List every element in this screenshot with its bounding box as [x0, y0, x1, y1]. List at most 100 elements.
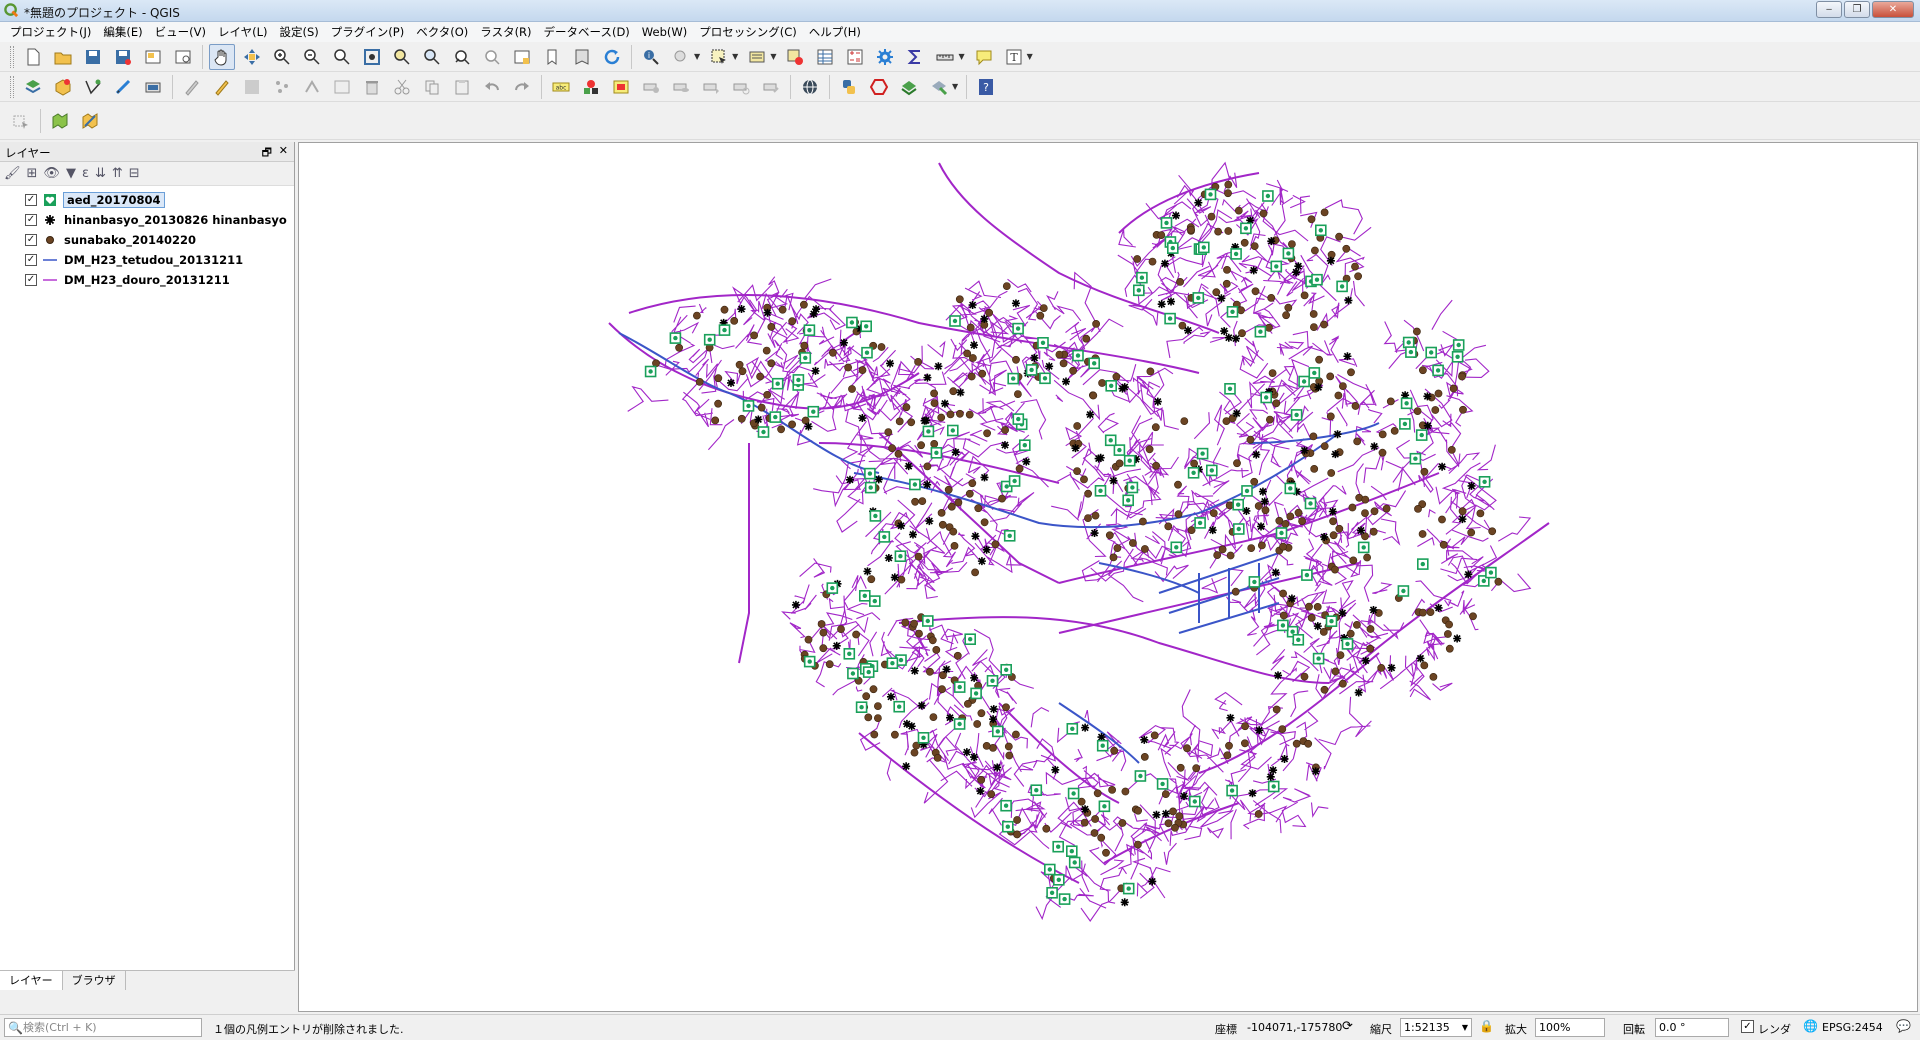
messages-icon[interactable]: 💬 — [1896, 1019, 1911, 1033]
layer-labeling-icon[interactable]: abc — [548, 74, 574, 100]
new-geopackage-icon[interactable] — [50, 74, 76, 100]
highlight-label-icon[interactable] — [608, 74, 634, 100]
menu-plugins[interactable]: プラグイン(P) — [325, 22, 410, 42]
map-tips-icon[interactable] — [971, 44, 997, 70]
select-by-value-icon[interactable] — [744, 44, 770, 70]
toolbar-grip[interactable] — [10, 45, 14, 68]
text-annotation-icon[interactable]: T — [1001, 44, 1027, 70]
layer-item-tetudou[interactable]: ✓ DM_H23_tetudou_20131211 — [0, 250, 294, 270]
crs-globe-icon[interactable]: 🌐 — [1803, 1019, 1818, 1033]
layer-visibility-checkbox[interactable]: ✓ — [25, 234, 37, 246]
field-calculator-icon[interactable] — [842, 44, 868, 70]
add-group-icon[interactable]: ⊞ — [27, 166, 38, 181]
collapse-all-icon[interactable]: ⇈ — [112, 166, 123, 181]
close-panel-icon[interactable]: ✕ — [279, 144, 288, 157]
rotation-spinbox[interactable]: 0.0 ° — [1655, 1018, 1729, 1037]
menu-edit[interactable]: 編集(E) — [97, 22, 148, 42]
lock-icon[interactable]: 🔒 — [1479, 1019, 1494, 1033]
magnifier-spinbox[interactable]: 100% — [1535, 1018, 1605, 1037]
plugin-globe-icon[interactable] — [797, 74, 823, 100]
save-as-icon[interactable] — [110, 44, 136, 70]
zoom-full-icon[interactable] — [359, 44, 385, 70]
maximize-button[interactable]: ❐ — [1844, 1, 1870, 18]
new-print-layout-icon[interactable] — [140, 44, 166, 70]
tab-layers[interactable]: レイヤー — [0, 971, 63, 990]
new-shapefile-icon[interactable] — [110, 74, 136, 100]
identify-icon[interactable]: i — [638, 44, 664, 70]
new-map-view-icon[interactable] — [509, 44, 535, 70]
show-hide-labels-icon[interactable] — [668, 74, 694, 100]
modify-attributes-icon[interactable] — [329, 74, 355, 100]
add-virtual-layer-icon[interactable] — [140, 74, 166, 100]
current-edits-icon[interactable] — [179, 74, 205, 100]
layer-visibility-checkbox[interactable]: ✓ — [25, 214, 37, 226]
data-source-manager-icon[interactable] — [20, 74, 46, 100]
plugin-filter-icon[interactable] — [926, 74, 952, 100]
coordinate-value[interactable]: -104071,-175780 — [1247, 1021, 1342, 1034]
change-label-icon[interactable] — [758, 74, 784, 100]
menu-layer[interactable]: レイヤ(L) — [212, 22, 274, 42]
coordinate-toggle-icon[interactable]: ⟳ — [1342, 1019, 1353, 1034]
vertex-tool-icon[interactable] — [299, 74, 325, 100]
pin-labels-icon[interactable] — [638, 74, 664, 100]
layer-visibility-checkbox[interactable]: ✓ — [25, 274, 37, 286]
filter-expression-icon[interactable]: ε — [82, 166, 89, 181]
plugin-layers-icon[interactable] — [896, 74, 922, 100]
menu-settings[interactable]: 設定(S) — [274, 22, 325, 42]
zoom-to-layer-icon[interactable] — [419, 44, 445, 70]
style-brush-icon[interactable]: 🖌 — [4, 166, 21, 181]
menu-web[interactable]: Web(W) — [636, 22, 693, 42]
refresh-icon[interactable] — [599, 44, 625, 70]
dropdown-caret-icon[interactable]: ▼ — [732, 52, 738, 61]
float-panel-icon[interactable]: 🗗 — [262, 144, 272, 163]
plugin-hexagon-icon[interactable] — [866, 74, 892, 100]
move-label-icon[interactable] — [698, 74, 724, 100]
zoom-out-icon[interactable] — [299, 44, 325, 70]
deselect-all-icon[interactable] — [782, 44, 808, 70]
attribute-table-icon[interactable] — [812, 44, 838, 70]
scale-dropdown-icon[interactable]: ▼ — [1462, 1019, 1468, 1036]
cut-features-icon[interactable] — [389, 74, 415, 100]
rotate-label-icon[interactable] — [728, 74, 754, 100]
filter-funnel-icon[interactable]: ▼ — [66, 166, 76, 181]
help-contents-icon[interactable]: ? — [973, 74, 999, 100]
zoom-next-icon[interactable] — [479, 44, 505, 70]
undo-icon[interactable] — [479, 74, 505, 100]
measure-ruler-icon[interactable] — [932, 44, 958, 70]
toolbar-grip[interactable] — [10, 75, 14, 98]
dropdown-caret-icon[interactable]: ▼ — [770, 52, 776, 61]
menu-help[interactable]: ヘルプ(H) — [803, 22, 867, 42]
save-project-icon[interactable] — [80, 44, 106, 70]
dropdown-caret-icon[interactable]: ▼ — [694, 52, 700, 61]
map-canvas[interactable] — [298, 142, 1918, 1012]
map-render[interactable] — [299, 143, 1918, 1012]
add-point-icon[interactable] — [269, 74, 295, 100]
menu-database[interactable]: データベース(D) — [538, 22, 636, 42]
layer-item-douro[interactable]: ✓ DM_H23_douro_20131211 — [0, 270, 294, 290]
pan-to-selection-icon[interactable] — [239, 44, 265, 70]
menu-project[interactable]: プロジェクト(J) — [4, 22, 97, 42]
remove-layer-icon[interactable]: ⊟ — [129, 166, 140, 181]
dropdown-caret-icon[interactable]: ▼ — [958, 52, 964, 61]
dropdown-caret-icon[interactable]: ▼ — [1027, 52, 1033, 61]
open-project-icon[interactable] — [50, 44, 76, 70]
select-features-icon[interactable] — [706, 44, 732, 70]
show-bookmarks-icon[interactable] — [569, 44, 595, 70]
minimize-button[interactable]: ‒ — [1816, 1, 1842, 18]
locator-search-input[interactable]: 🔍 検索(Ctrl + K) — [4, 1018, 202, 1037]
digitizing-tool-icon[interactable] — [77, 108, 103, 134]
zoom-native-icon[interactable] — [329, 44, 355, 70]
expand-all-icon[interactable]: ⇊ — [95, 166, 106, 181]
add-vector-layer-icon[interactable] — [80, 74, 106, 100]
menu-processing[interactable]: プロセッシング(C) — [693, 22, 803, 42]
close-button[interactable]: ✕ — [1872, 1, 1914, 18]
save-edits-icon[interactable] — [239, 74, 265, 100]
menu-raster[interactable]: ラスタ(R) — [474, 22, 537, 42]
menu-view[interactable]: ビュー(V) — [149, 22, 212, 42]
visibility-eye-icon[interactable]: 👁 — [43, 166, 60, 181]
layer-visibility-checkbox[interactable]: ✓ — [25, 194, 37, 206]
crs-label[interactable]: EPSG:2454 — [1822, 1021, 1883, 1034]
delete-selected-icon[interactable] — [359, 74, 385, 100]
new-bookmark-icon[interactable] — [539, 44, 565, 70]
toolbox-gear-icon[interactable] — [872, 44, 898, 70]
